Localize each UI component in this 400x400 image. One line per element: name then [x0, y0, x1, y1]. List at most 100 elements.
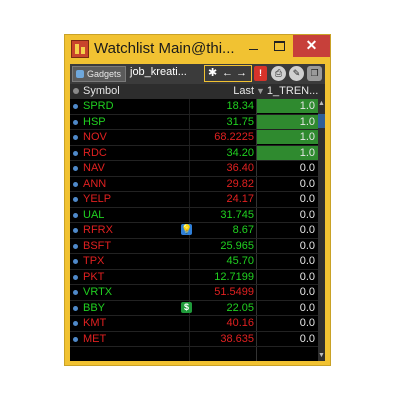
- table-row[interactable]: PKT 12.7199 0.0: [70, 270, 318, 285]
- row-trend: 1.0: [257, 130, 318, 144]
- alert-button[interactable]: !: [254, 66, 267, 81]
- row-symbol: MET: [83, 332, 107, 345]
- row-trend-value: 0.0: [299, 193, 315, 205]
- row-last: 22.05: [226, 301, 254, 314]
- row-trend-value: 0.0: [299, 301, 315, 314]
- row-symbol: BSFT: [83, 239, 112, 252]
- table-row[interactable]: NAV 36.40 0.0: [70, 161, 318, 177]
- row-dot-icon: [73, 274, 78, 280]
- table-row[interactable]: BSFT 25.965 0.0: [70, 239, 318, 254]
- row-symbol: VRTX: [83, 286, 113, 298]
- header-last[interactable]: Last: [190, 85, 254, 97]
- row-dot-icon: [73, 166, 78, 171]
- watchlist-window: Watchlist Main@thi... ✕ Gadgets job_krea…: [64, 34, 331, 366]
- table-row[interactable]: NOV 68.2225 1.0: [70, 130, 318, 146]
- row-last: 24.17: [226, 193, 254, 205]
- row-last: 68.2225: [214, 131, 254, 143]
- arrow-left-icon[interactable]: ←: [222, 66, 233, 81]
- row-dot-icon: [73, 243, 78, 249]
- row-last: 31.75: [226, 115, 254, 128]
- row-last: 38.635: [220, 332, 254, 345]
- close-button[interactable]: ✕: [293, 35, 330, 57]
- arrow-right-icon[interactable]: →: [236, 66, 247, 81]
- row-symbol: TPX: [83, 255, 105, 267]
- column-header: Symbol Last ▼ 1_TREN...: [70, 84, 325, 99]
- row-symbol: ANN: [83, 177, 107, 190]
- header-trend[interactable]: ▼ 1_TREN...: [256, 85, 318, 97]
- pin-icon[interactable]: ✎: [289, 66, 304, 81]
- row-trend-value: 1.0: [299, 115, 315, 128]
- row-trend: 0.0: [257, 192, 318, 206]
- row-last: 12.7199: [214, 270, 254, 283]
- row-last: 29.82: [226, 177, 254, 190]
- row-dot-icon: [73, 181, 78, 187]
- row-symbol: RDC: [83, 146, 107, 159]
- table-row[interactable]: SPRD 18.34 1.0: [70, 99, 318, 115]
- row-symbol: SPRD: [83, 100, 114, 112]
- row-trend-value: 0.0: [299, 162, 315, 174]
- scroll-thumb[interactable]: [318, 114, 325, 128]
- table-row[interactable]: VRTX 51.5499 0.0: [70, 285, 318, 301]
- row-symbol: PKT: [83, 270, 105, 283]
- table-row[interactable]: KMT 40.16 0.0: [70, 316, 318, 332]
- table-row[interactable]: ANN 29.82 0.0: [70, 177, 318, 192]
- row-symbol: KMT: [83, 317, 107, 329]
- watchlist-tab[interactable]: job_kreati...: [130, 66, 187, 78]
- app-icon: [71, 40, 89, 58]
- table-row[interactable]: BBY $22.05 0.0: [70, 301, 318, 316]
- row-trend-value: 0.0: [299, 270, 315, 283]
- table-row[interactable]: RDC 34.20 1.0: [70, 145, 318, 161]
- row-trend: 0.0: [257, 285, 318, 299]
- table-row[interactable]: YELP 24.17 0.0: [70, 192, 318, 208]
- row-symbol: HSP: [83, 115, 106, 128]
- table-row[interactable]: RFRX 💡 8.67 0.0: [70, 223, 318, 239]
- table-row[interactable]: MET 38.635 0.0: [70, 332, 318, 347]
- header-dot-icon: [73, 88, 79, 94]
- copy-icon[interactable]: ❐: [307, 66, 322, 81]
- window-title: Watchlist Main@thi...: [94, 40, 235, 57]
- tool-group: ✱ ← →: [204, 65, 252, 82]
- row-trend-value: 1.0: [299, 100, 315, 112]
- row-trend: 1.0: [257, 145, 318, 160]
- gear-icon[interactable]: ✱: [208, 66, 217, 81]
- gadgets-label: Gadgets: [87, 69, 122, 79]
- sort-down-icon: ▼: [256, 86, 265, 96]
- row-trend: 0.0: [257, 301, 318, 315]
- minimize-button[interactable]: [241, 35, 265, 57]
- row-symbol: NOV: [83, 131, 107, 143]
- title-bar[interactable]: Watchlist Main@thi... ✕: [65, 35, 330, 64]
- row-symbol: NAV: [83, 162, 105, 174]
- row-last: 51.5499: [214, 286, 254, 298]
- row-trend: 0.0: [257, 332, 318, 346]
- maximize-button[interactable]: [267, 35, 291, 57]
- row-trend: 0.0: [257, 239, 318, 253]
- row-dot-icon: [73, 135, 78, 140]
- scroll-up-icon[interactable]: ▲: [318, 99, 325, 109]
- table-row[interactable]: HSP 31.75 1.0: [70, 114, 318, 130]
- row-last: 25.965: [220, 239, 254, 252]
- row-dot-icon: [73, 212, 78, 218]
- row-trend-value: 0.0: [299, 208, 315, 221]
- gadgets-button[interactable]: Gadgets: [72, 66, 126, 82]
- row-trend-value: 0.0: [299, 286, 315, 298]
- row-last: 31.745: [220, 208, 254, 221]
- table-row[interactable]: UAL 31.745 0.0: [70, 208, 318, 223]
- row-symbol: UAL: [83, 208, 105, 221]
- row-dot-icon: [73, 305, 78, 311]
- row-trend: 0.0: [257, 270, 318, 284]
- row-symbol: YELP: [83, 193, 112, 205]
- row-symbol: RFRX: [83, 224, 113, 236]
- print-icon[interactable]: ⎙: [271, 66, 286, 81]
- row-last: 45.70: [226, 255, 254, 267]
- row-last: 34.20: [226, 146, 254, 159]
- header-symbol[interactable]: Symbol: [83, 85, 120, 97]
- row-dot-icon: [73, 150, 78, 156]
- maximize-icon: [273, 41, 285, 51]
- row-last: 36.40: [226, 162, 254, 174]
- row-dot-icon: [73, 104, 78, 109]
- row-dot-icon: [73, 259, 78, 264]
- vertical-scrollbar[interactable]: ▲ ▼: [318, 99, 325, 361]
- table-row[interactable]: TPX 45.70 0.0: [70, 254, 318, 270]
- scroll-down-icon[interactable]: ▼: [318, 351, 325, 361]
- watchlist-panel: Gadgets job_kreati... ✱ ← → ! ⎙ ✎ ❐ Symb…: [70, 64, 325, 361]
